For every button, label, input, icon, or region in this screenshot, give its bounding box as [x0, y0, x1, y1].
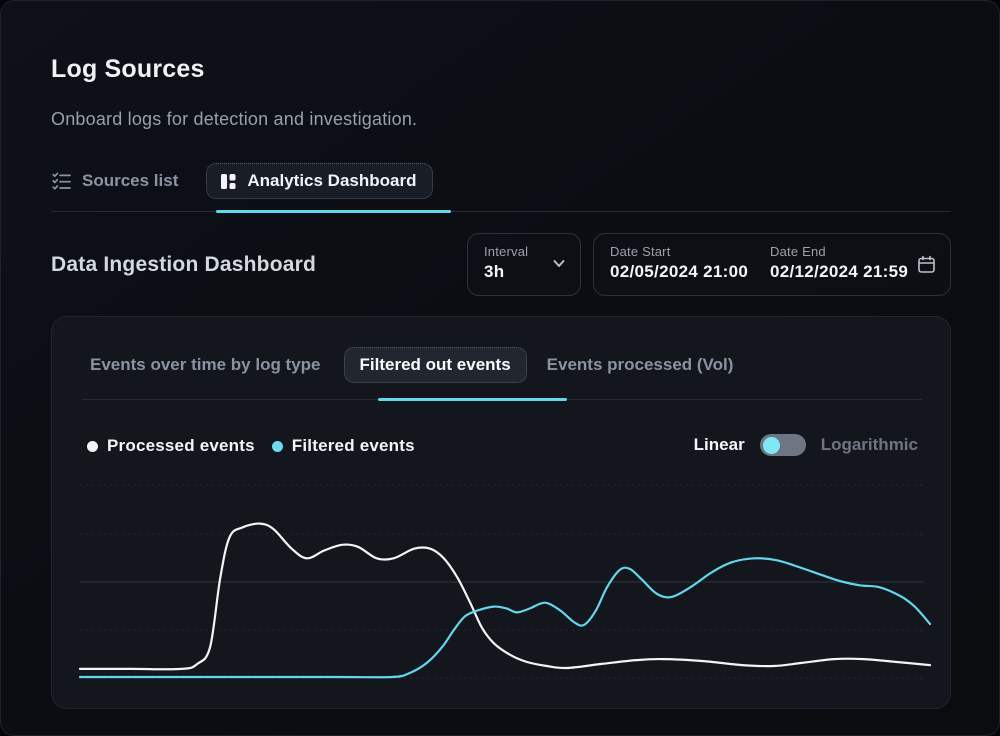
chevron-down-icon [552, 258, 566, 270]
filtered-dot-icon [271, 440, 283, 452]
calendar-icon[interactable] [916, 254, 937, 275]
linear-label: Linear [693, 435, 745, 454]
tab-sources-list[interactable]: Sources list [51, 171, 178, 192]
date-start-label: Date Start [610, 244, 671, 259]
date-start-value: 02/05/2024 21:00 [610, 262, 749, 281]
date-end-value: 02/12/2024 21:59 [770, 262, 909, 281]
date-start-field[interactable]: Date Start 02/05/2024 21:00 [610, 244, 748, 282]
date-range-picker[interactable]: Date Start 02/05/2024 21:00 Date End 02/… [593, 233, 951, 296]
legend-item-filtered: Filtered events [271, 436, 415, 456]
processed-dot-icon [87, 440, 98, 452]
active-tab-indicator [216, 210, 451, 213]
chart-tab-filtered-out-events[interactable]: Filtered out events [343, 347, 527, 383]
chart-legend: Processed events Filtered events [87, 433, 415, 459]
chart-tab-events-over-time[interactable]: Events over time by log type [90, 355, 321, 375]
processed-events-line [78, 522, 932, 671]
tab-analytics-dashboard-label: Analytics Dashboard [247, 171, 417, 190]
date-end-field[interactable]: Date End 02/12/2024 21:59 [770, 244, 908, 282]
logarithmic-label: Logarithmic [820, 435, 918, 454]
page-title: Log Sources [51, 55, 205, 83]
page-subtitle: Onboard logs for detection and investiga… [51, 109, 418, 129]
scale-toggle-group: Linear Logarithmic [694, 431, 918, 459]
log-sources-page: Log Sources Onboard logs for detection a… [0, 0, 1000, 736]
interval-label: Interval [484, 244, 529, 259]
tab-sources-list-label: Sources list [82, 171, 179, 190]
tabs-divider [51, 211, 951, 212]
filtered-events-line [78, 557, 932, 679]
legend-processed-label: Processed events [107, 436, 255, 455]
checklist-icon [51, 171, 72, 192]
date-end-label: Date End [770, 244, 826, 259]
chart-tab-events-processed[interactable]: Events processed (Vol) [547, 355, 734, 375]
legend-item-processed: Processed events [87, 436, 255, 456]
section-heading: Data Ingestion Dashboard [51, 253, 317, 276]
scale-toggle-switch[interactable] [759, 434, 806, 456]
interval-select[interactable]: Interval 3h [467, 233, 581, 296]
ingestion-chart [78, 484, 932, 679]
toggle-knob [762, 436, 780, 454]
view-tabs: Sources list Analytics Dashboard [51, 161, 434, 201]
legend-filtered-label: Filtered events [291, 436, 415, 455]
tab-analytics-dashboard[interactable]: Analytics Dashboard [206, 163, 434, 199]
dashboard-grid-icon [220, 173, 237, 190]
chart-tabs: Events over time by log type Filtered ou… [90, 347, 733, 383]
analytics-card: Events over time by log type Filtered ou… [51, 316, 951, 709]
chart-active-tab-indicator [378, 398, 567, 401]
